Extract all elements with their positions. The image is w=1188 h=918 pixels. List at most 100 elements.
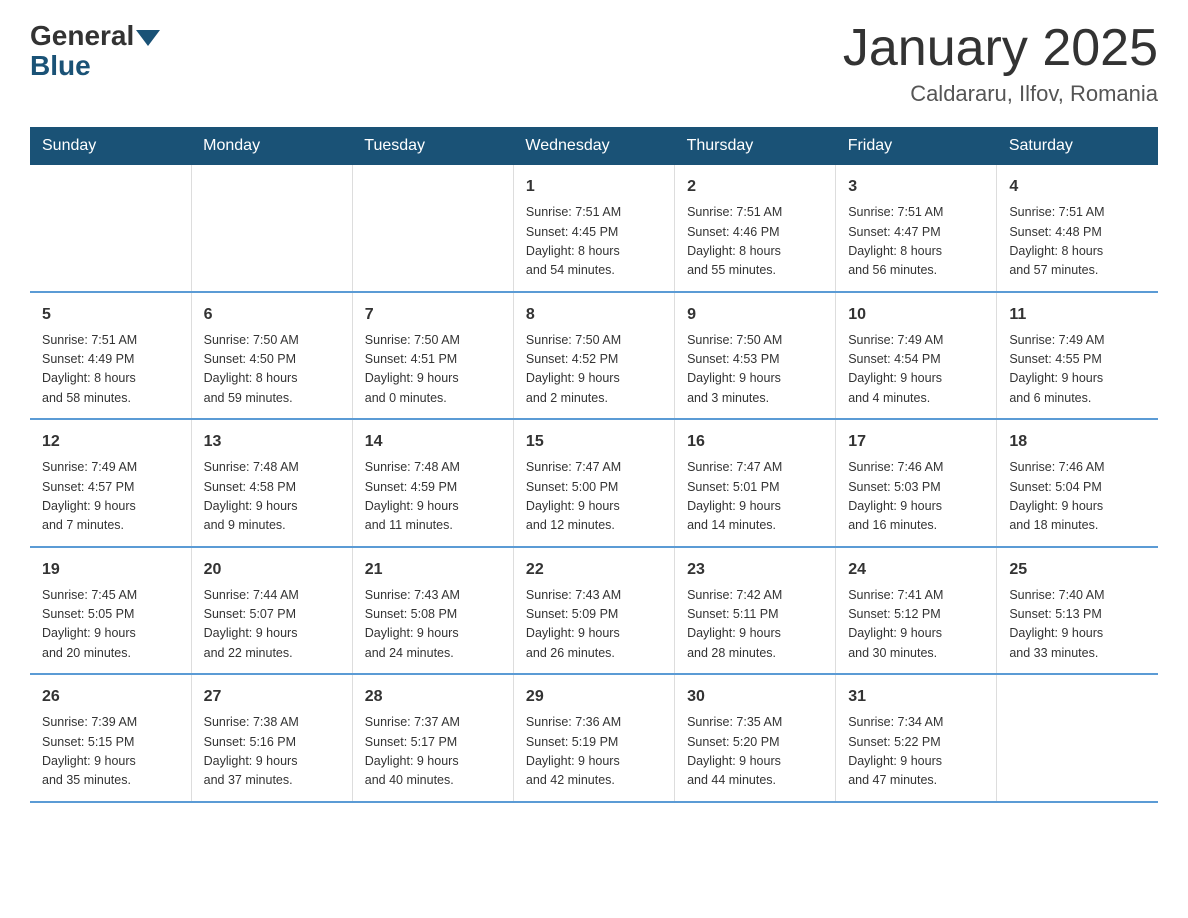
calendar-cell: 9Sunrise: 7:50 AM Sunset: 4:53 PM Daylig…: [675, 292, 836, 420]
day-info: Sunrise: 7:38 AM Sunset: 5:16 PM Dayligh…: [204, 713, 340, 791]
day-number: 11: [1009, 303, 1146, 327]
calendar-cell: 11 Sunrise: 7:49 AM Sunset: 4:55 PM Dayli…: [997, 292, 1158, 420]
day-number: 10: [848, 303, 984, 327]
day-info: Sunrise: 7:40 AM Sunset: 5:13 PM Dayligh…: [1009, 586, 1146, 664]
calendar-week-2: 5 Sunrise: 7:51 AM Sunset: 4:49 PM Daylig…: [30, 292, 1158, 420]
day-info: Sunrise: 7:35 AM Sunset: 5:20 PM Dayligh…: [687, 713, 823, 791]
calendar-week-5: 26 Sunrise: 7:39 AM Sunset: 5:15 PM Dayli…: [30, 674, 1158, 802]
weekday-header-thursday: Thursday: [675, 127, 836, 165]
weekday-header-friday: Friday: [836, 127, 997, 165]
weekday-header-monday: Monday: [191, 127, 352, 165]
calendar-cell: 23Sunrise: 7:42 AM Sunset: 5:11 PM Dayli…: [675, 547, 836, 675]
calendar-cell: 20 Sunrise: 7:44 AM Sunset: 5:07 PM Dayli…: [191, 547, 352, 675]
calendar-cell: 10Sunrise: 7:49 AM Sunset: 4:54 PM Dayli…: [836, 292, 997, 420]
day-number: 20: [204, 558, 340, 582]
calendar-cell: 7 Sunrise: 7:50 AM Sunset: 4:51 PM Daylig…: [352, 292, 513, 420]
calendar-cell: 24Sunrise: 7:41 AM Sunset: 5:12 PM Dayli…: [836, 547, 997, 675]
calendar-cell: 16 Sunrise: 7:47 AM Sunset: 5:01 PM Dayli…: [675, 419, 836, 547]
calendar-cell: 15Sunrise: 7:47 AM Sunset: 5:00 PM Dayli…: [513, 419, 674, 547]
calendar-cell: 8Sunrise: 7:50 AM Sunset: 4:52 PM Daylig…: [513, 292, 674, 420]
day-number: 7: [365, 303, 501, 327]
day-number: 31: [848, 685, 984, 709]
day-number: 30: [687, 685, 823, 709]
day-number: 6: [204, 303, 340, 327]
calendar-cell: 6 Sunrise: 7:50 AM Sunset: 4:50 PM Daylig…: [191, 292, 352, 420]
day-number: 27: [204, 685, 340, 709]
calendar-cell: 1 Sunrise: 7:51 AM Sunset: 4:45 PM Daylig…: [513, 165, 674, 292]
calendar-cell: 22 Sunrise: 7:43 AM Sunset: 5:09 PM Dayli…: [513, 547, 674, 675]
day-number: 23: [687, 558, 823, 582]
day-info: Sunrise: 7:44 AM Sunset: 5:07 PM Dayligh…: [204, 586, 340, 664]
day-number: 4: [1009, 175, 1146, 199]
calendar-cell: 30 Sunrise: 7:35 AM Sunset: 5:20 PM Dayli…: [675, 674, 836, 802]
logo-general-text: General: [30, 20, 134, 52]
day-number: 9: [687, 303, 823, 327]
day-number: 5: [42, 303, 179, 327]
day-info: Sunrise: 7:51 AM Sunset: 4:49 PM Dayligh…: [42, 331, 179, 409]
day-info: Sunrise: 7:45 AM Sunset: 5:05 PM Dayligh…: [42, 586, 179, 664]
calendar-cell: 28Sunrise: 7:37 AM Sunset: 5:17 PM Dayli…: [352, 674, 513, 802]
calendar-week-3: 12Sunrise: 7:49 AM Sunset: 4:57 PM Dayli…: [30, 419, 1158, 547]
calendar-cell: 29Sunrise: 7:36 AM Sunset: 5:19 PM Dayli…: [513, 674, 674, 802]
title-section: January 2025 Caldararu, Ilfov, Romania: [843, 20, 1158, 107]
calendar-cell: 25Sunrise: 7:40 AM Sunset: 5:13 PM Dayli…: [997, 547, 1158, 675]
weekday-header-sunday: Sunday: [30, 127, 191, 165]
day-number: 13: [204, 430, 340, 454]
day-number: 14: [365, 430, 501, 454]
day-number: 19: [42, 558, 179, 582]
day-info: Sunrise: 7:46 AM Sunset: 5:03 PM Dayligh…: [848, 458, 984, 536]
logo: General Blue: [30, 20, 160, 82]
calendar-cell: 13 Sunrise: 7:48 AM Sunset: 4:58 PM Dayli…: [191, 419, 352, 547]
day-info: Sunrise: 7:46 AM Sunset: 5:04 PM Dayligh…: [1009, 458, 1146, 536]
day-info: Sunrise: 7:47 AM Sunset: 5:01 PM Dayligh…: [687, 458, 823, 536]
weekday-header-tuesday: Tuesday: [352, 127, 513, 165]
calendar-cell: [352, 165, 513, 292]
day-info: Sunrise: 7:36 AM Sunset: 5:19 PM Dayligh…: [526, 713, 662, 791]
weekday-header-saturday: Saturday: [997, 127, 1158, 165]
day-number: 18: [1009, 430, 1146, 454]
calendar-week-1: 1 Sunrise: 7:51 AM Sunset: 4:45 PM Daylig…: [30, 165, 1158, 292]
day-info: Sunrise: 7:34 AM Sunset: 5:22 PM Dayligh…: [848, 713, 984, 791]
day-info: Sunrise: 7:48 AM Sunset: 4:59 PM Dayligh…: [365, 458, 501, 536]
day-number: 28: [365, 685, 501, 709]
day-number: 1: [526, 175, 662, 199]
day-number: 26: [42, 685, 179, 709]
day-info: Sunrise: 7:48 AM Sunset: 4:58 PM Dayligh…: [204, 458, 340, 536]
calendar-cell: [30, 165, 191, 292]
day-number: 2: [687, 175, 823, 199]
day-info: Sunrise: 7:50 AM Sunset: 4:50 PM Dayligh…: [204, 331, 340, 409]
day-number: 15: [526, 430, 662, 454]
day-info: Sunrise: 7:39 AM Sunset: 5:15 PM Dayligh…: [42, 713, 179, 791]
weekday-header-row: SundayMondayTuesdayWednesdayThursdayFrid…: [30, 127, 1158, 165]
logo-arrow-icon: [136, 30, 160, 46]
calendar-cell: 17Sunrise: 7:46 AM Sunset: 5:03 PM Dayli…: [836, 419, 997, 547]
calendar-cell: 19 Sunrise: 7:45 AM Sunset: 5:05 PM Dayli…: [30, 547, 191, 675]
calendar-cell: 21Sunrise: 7:43 AM Sunset: 5:08 PM Dayli…: [352, 547, 513, 675]
calendar-cell: 26 Sunrise: 7:39 AM Sunset: 5:15 PM Dayli…: [30, 674, 191, 802]
calendar-header: SundayMondayTuesdayWednesdayThursdayFrid…: [30, 127, 1158, 165]
day-info: Sunrise: 7:49 AM Sunset: 4:55 PM Dayligh…: [1009, 331, 1146, 409]
calendar-cell: 18 Sunrise: 7:46 AM Sunset: 5:04 PM Dayli…: [997, 419, 1158, 547]
day-info: Sunrise: 7:43 AM Sunset: 5:09 PM Dayligh…: [526, 586, 662, 664]
day-number: 24: [848, 558, 984, 582]
logo-blue-text: Blue: [30, 50, 91, 82]
location-subtitle: Caldararu, Ilfov, Romania: [843, 81, 1158, 107]
calendar-cell: 3Sunrise: 7:51 AM Sunset: 4:47 PM Daylig…: [836, 165, 997, 292]
calendar-cell: 12Sunrise: 7:49 AM Sunset: 4:57 PM Dayli…: [30, 419, 191, 547]
day-number: 16: [687, 430, 823, 454]
calendar-table: SundayMondayTuesdayWednesdayThursdayFrid…: [30, 127, 1158, 803]
day-info: Sunrise: 7:50 AM Sunset: 4:51 PM Dayligh…: [365, 331, 501, 409]
calendar-cell: 4Sunrise: 7:51 AM Sunset: 4:48 PM Daylig…: [997, 165, 1158, 292]
calendar-cell: [997, 674, 1158, 802]
day-number: 22: [526, 558, 662, 582]
month-title: January 2025: [843, 20, 1158, 77]
calendar-week-4: 19 Sunrise: 7:45 AM Sunset: 5:05 PM Dayli…: [30, 547, 1158, 675]
page-header: General Blue January 2025 Caldararu, Ilf…: [30, 20, 1158, 107]
day-info: Sunrise: 7:51 AM Sunset: 4:45 PM Dayligh…: [526, 203, 662, 281]
calendar-cell: [191, 165, 352, 292]
day-number: 21: [365, 558, 501, 582]
day-info: Sunrise: 7:51 AM Sunset: 4:46 PM Dayligh…: [687, 203, 823, 281]
day-info: Sunrise: 7:50 AM Sunset: 4:52 PM Dayligh…: [526, 331, 662, 409]
day-info: Sunrise: 7:51 AM Sunset: 4:47 PM Dayligh…: [848, 203, 984, 281]
weekday-header-wednesday: Wednesday: [513, 127, 674, 165]
